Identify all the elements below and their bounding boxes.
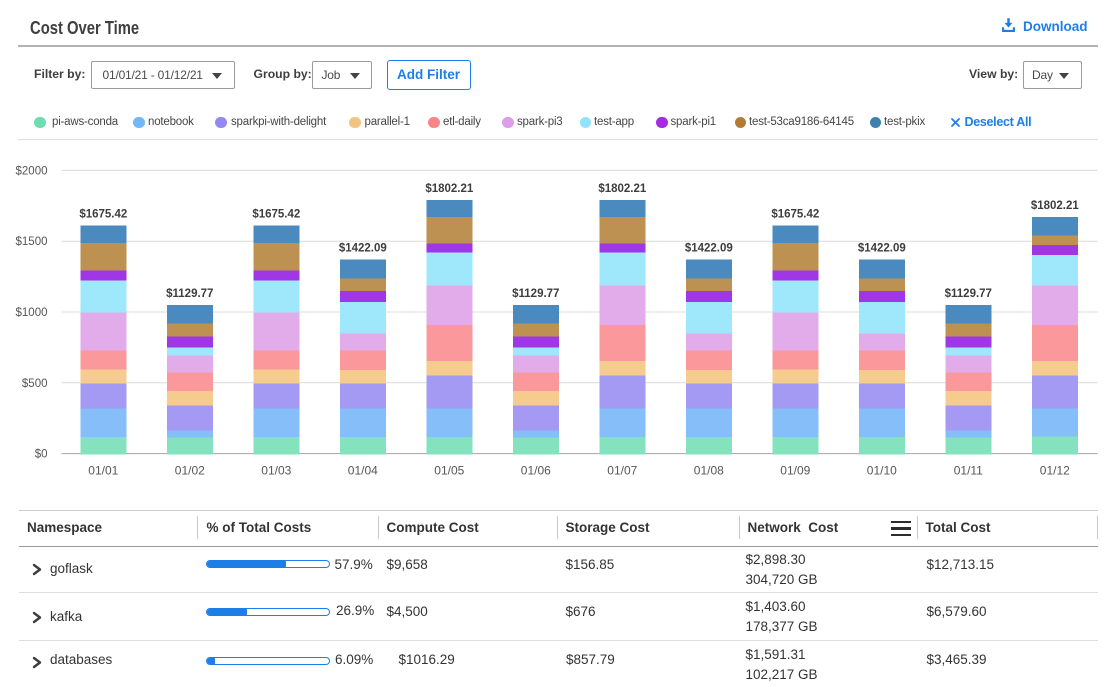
svg-text:01/01: 01/01	[88, 464, 118, 478]
svg-text:$1802.21: $1802.21	[425, 183, 474, 195]
svg-text:$1802.21: $1802.21	[1031, 200, 1080, 212]
svg-text:01/06: 01/06	[521, 464, 551, 478]
svg-text:$1422.09: $1422.09	[685, 242, 733, 254]
svg-text:$1500: $1500	[16, 236, 48, 248]
svg-text:01/03: 01/03	[261, 464, 291, 478]
svg-text:01/07: 01/07	[607, 464, 637, 478]
svg-text:01/10: 01/10	[867, 464, 897, 478]
svg-text:01/11: 01/11	[954, 464, 983, 478]
svg-text:$0: $0	[35, 449, 48, 461]
svg-text:$1802.21: $1802.21	[598, 183, 647, 195]
svg-text:$1129.77: $1129.77	[166, 288, 213, 300]
svg-text:$1129.77: $1129.77	[945, 288, 992, 300]
svg-text:01/08: 01/08	[694, 464, 724, 478]
svg-text:$2000: $2000	[16, 165, 48, 177]
svg-text:$1422.09: $1422.09	[339, 242, 387, 254]
svg-text:01/05: 01/05	[434, 464, 464, 478]
svg-text:01/09: 01/09	[780, 464, 810, 478]
svg-text:$1000: $1000	[16, 307, 48, 319]
svg-text:$1675.42: $1675.42	[79, 209, 127, 221]
svg-text:01/02: 01/02	[175, 464, 205, 478]
svg-text:$1422.09: $1422.09	[858, 242, 906, 254]
svg-text:01/04: 01/04	[348, 464, 378, 478]
svg-text:$1675.42: $1675.42	[771, 209, 819, 221]
svg-text:$1675.42: $1675.42	[252, 209, 300, 221]
svg-text:01/12: 01/12	[1040, 464, 1070, 478]
svg-text:$500: $500	[22, 378, 48, 390]
svg-text:$1129.77: $1129.77	[512, 288, 559, 300]
